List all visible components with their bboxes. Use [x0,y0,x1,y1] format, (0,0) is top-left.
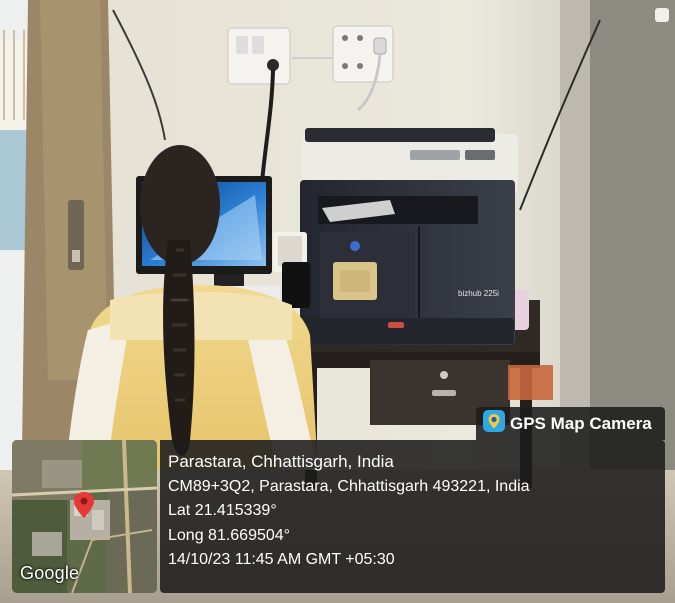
datetime-value: 14/10/23 11:45 AM GMT +05:30 [168,551,395,568]
geotag-overlay: Google Parastara, Chhattisgarh, India CM… [12,440,665,593]
address-line: CM89+3Q2, Parastara, Chhattisgarh 493221… [168,477,530,495]
location-info-panel: Parastara, Chhattisgarh, India CM89+3Q2,… [160,440,665,593]
google-logo: Google [20,563,80,583]
photo: bizhub 225i GPS Map Camera Google Parast… [0,0,675,603]
gps-camera-pin-icon [483,410,505,437]
gps-map-camera-tag: GPS Map Camera [476,407,665,440]
place-name: Parastara, Chhattisgarh, India [168,452,394,471]
latitude-value: Lat 21.415339° [168,502,277,519]
copier-brand-label: bizhub 225i [458,289,499,298]
longitude-value: Long 81.669504° [168,526,291,544]
satellite-minimap: Google [12,440,157,593]
gps-map-camera-label: GPS Map Camera [510,413,652,433]
